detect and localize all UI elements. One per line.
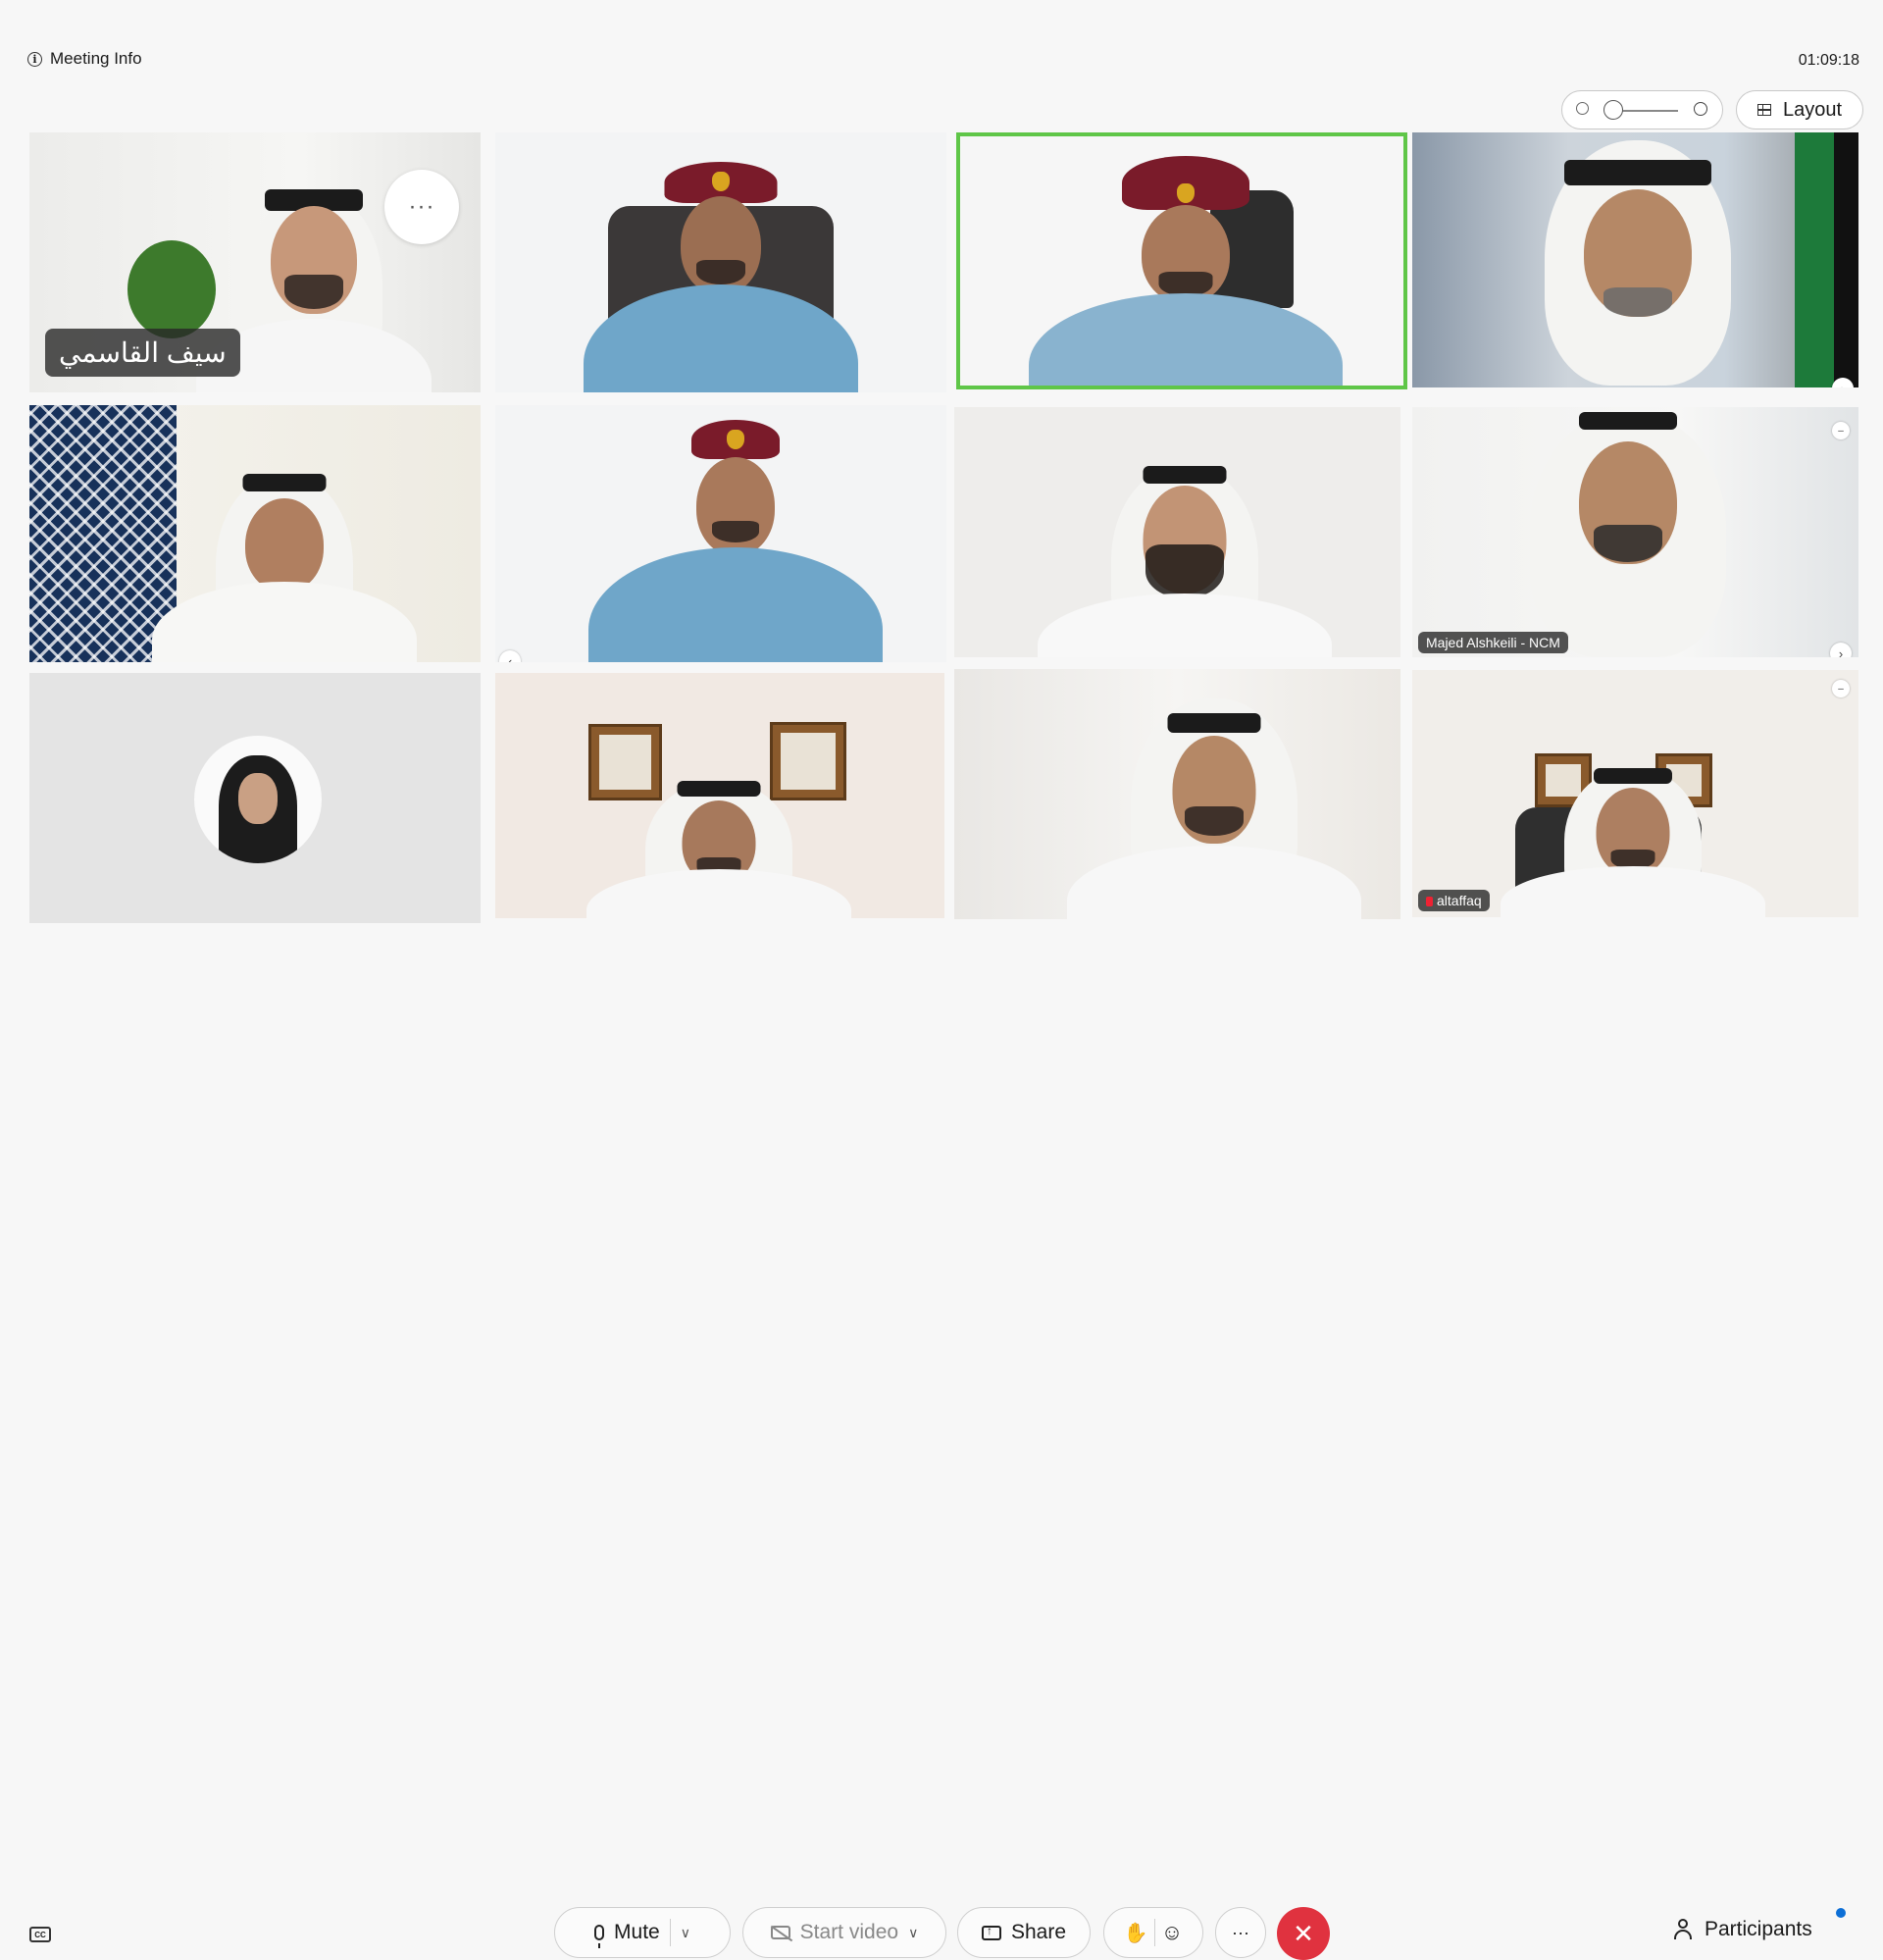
participant-figure — [1038, 466, 1332, 657]
participant-figure — [584, 162, 858, 392]
chevron-down-icon[interactable]: ∨ — [681, 1925, 690, 1941]
start-video-label: Start video — [799, 1921, 899, 1943]
participant-name-tag: سيف القاسمي — [45, 329, 240, 377]
microphone-icon — [594, 1925, 605, 1948]
tile-collapse-button[interactable]: – — [1832, 422, 1850, 439]
emoji-reaction-icon[interactable]: ☺ — [1161, 1920, 1183, 1945]
participant-figure — [1501, 768, 1765, 917]
end-call-icon: ✕ — [1293, 1918, 1314, 1948]
next-page-arrow[interactable]: › — [1830, 643, 1852, 657]
video-tile-7[interactable] — [954, 407, 1400, 657]
mute-label: Mute — [614, 1921, 660, 1943]
meeting-controls-bar: CC Mute ∨ Start video ∨ Share ✋ ☺ ··· ✕ … — [0, 942, 1883, 1960]
share-screen-icon — [981, 1924, 1001, 1940]
muted-mic-icon — [1426, 897, 1433, 907]
more-options-button[interactable]: ··· — [1215, 1907, 1266, 1958]
participant-figure — [1029, 156, 1343, 386]
video-tile-6[interactable]: ‹ — [495, 405, 946, 662]
video-tile-4[interactable]: › — [1412, 132, 1858, 387]
participants-button[interactable]: Participants — [1673, 1918, 1812, 1941]
reactions-group: ✋ ☺ — [1103, 1907, 1203, 1958]
participant-figure — [588, 420, 883, 662]
video-tile-3-active-speaker[interactable] — [956, 132, 1407, 389]
divider — [1153, 1919, 1155, 1946]
participant-name-tag: Majed Alshkeili - NCM — [1418, 632, 1568, 653]
closed-captions-icon[interactable]: CC — [29, 1927, 51, 1942]
camera-off-icon — [770, 1926, 790, 1939]
tile-more-options-button[interactable]: ··· — [384, 170, 459, 244]
video-tile-10[interactable] — [495, 673, 944, 918]
participant-figure — [1481, 412, 1775, 657]
video-tile-8[interactable]: – › Majed Alshkeili - NCM — [1412, 407, 1858, 657]
video-tile-1[interactable]: ··· سيف القاسمي — [29, 132, 481, 392]
participant-name: altaffaq — [1437, 893, 1482, 908]
start-video-button[interactable]: Start video ∨ — [742, 1907, 946, 1958]
video-tile-5[interactable] — [29, 405, 481, 662]
mute-button[interactable]: Mute ∨ — [554, 1907, 731, 1958]
participants-label: Participants — [1705, 1918, 1812, 1940]
share-label: Share — [1010, 1921, 1067, 1943]
participant-name-tag: altaffaq — [1418, 890, 1490, 911]
participant-figure — [152, 474, 417, 662]
video-tile-11[interactable] — [954, 669, 1400, 919]
participant-figure — [1491, 140, 1785, 386]
participant-figure — [1067, 698, 1361, 919]
more-label: ··· — [1232, 1922, 1249, 1942]
participant-figure — [586, 781, 851, 918]
video-tile-9[interactable] — [29, 673, 481, 923]
divider — [669, 1919, 671, 1946]
video-tile-2[interactable] — [495, 132, 946, 392]
tile-collapse-button[interactable]: – — [1832, 680, 1850, 697]
raise-hand-icon[interactable]: ✋ — [1124, 1921, 1148, 1945]
video-tile-12[interactable]: – altaffaq — [1412, 670, 1858, 917]
participants-icon — [1673, 1919, 1695, 1940]
end-call-button[interactable]: ✕ — [1277, 1907, 1330, 1960]
share-button[interactable]: Share — [957, 1907, 1091, 1958]
chevron-down-icon[interactable]: ∨ — [908, 1925, 918, 1941]
avatar — [194, 736, 322, 863]
video-grid: ··· سيف القاسمي ‹ – › Majed Alshkeili - … — [0, 0, 1883, 932]
notification-dot — [1836, 1908, 1846, 1918]
